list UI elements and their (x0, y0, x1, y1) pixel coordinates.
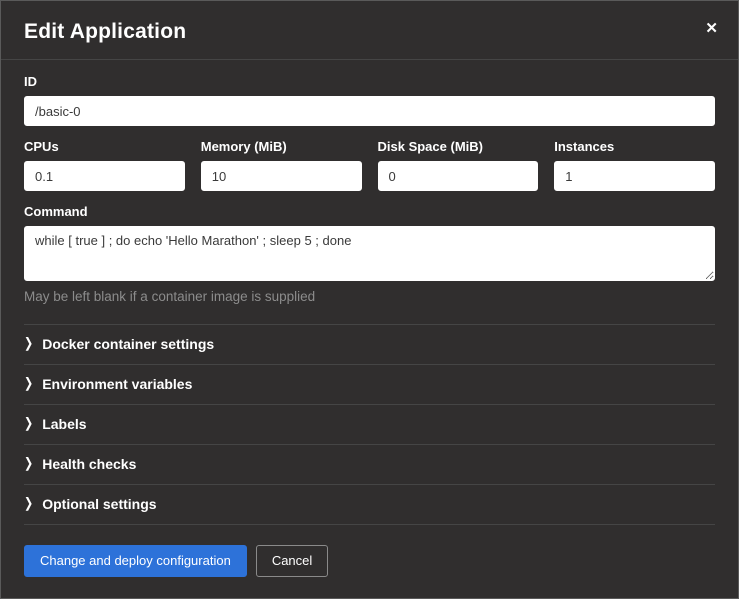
cpus-field-group: CPUs (24, 139, 185, 191)
id-field-group: ID (24, 74, 715, 126)
disk-field-group: Disk Space (MiB) (378, 139, 539, 191)
command-textarea[interactable]: while [ true ] ; do echo 'Hello Marathon… (24, 226, 715, 281)
chevron-right-icon: ❯ (24, 337, 33, 351)
section-labels[interactable]: ❯ Labels (24, 404, 715, 444)
chevron-right-icon: ❯ (24, 497, 33, 511)
section-environment-variables[interactable]: ❯ Environment variables (24, 364, 715, 404)
change-and-deploy-button[interactable]: Change and deploy configuration (24, 545, 247, 577)
memory-label: Memory (MiB) (201, 139, 362, 154)
instances-field-group: Instances (554, 139, 715, 191)
modal-footer: Change and deploy configuration Cancel (1, 530, 738, 598)
chevron-right-icon: ❯ (24, 417, 33, 431)
memory-field-group: Memory (MiB) (201, 139, 362, 191)
cpus-input[interactable] (24, 161, 185, 191)
section-label: Environment variables (42, 376, 192, 392)
modal-title: Edit Application (24, 20, 715, 44)
section-label: Optional settings (42, 496, 156, 512)
command-field-group: Command while [ true ] ; do echo 'Hello … (24, 204, 715, 304)
cancel-button[interactable]: Cancel (256, 545, 328, 577)
command-help-text: May be left blank if a container image i… (24, 289, 715, 304)
instances-label: Instances (554, 139, 715, 154)
memory-input[interactable] (201, 161, 362, 191)
section-docker-container-settings[interactable]: ❯ Docker container settings (24, 324, 715, 364)
section-label: Docker container settings (42, 336, 214, 352)
command-label: Command (24, 204, 715, 219)
section-health-checks[interactable]: ❯ Health checks (24, 444, 715, 484)
cpus-label: CPUs (24, 139, 185, 154)
section-optional-settings[interactable]: ❯ Optional settings (24, 484, 715, 524)
disk-input[interactable] (378, 161, 539, 191)
id-input[interactable] (24, 96, 715, 126)
id-label: ID (24, 74, 715, 89)
section-label: Health checks (42, 456, 136, 472)
accordion-sections: ❯ Docker container settings ❯ Environmen… (24, 324, 715, 525)
disk-label: Disk Space (MiB) (378, 139, 539, 154)
chevron-right-icon: ❯ (24, 457, 33, 471)
modal-body: ID CPUs Memory (MiB) Disk Space (MiB) In… (1, 60, 738, 530)
resources-row: CPUs Memory (MiB) Disk Space (MiB) Insta… (24, 139, 715, 191)
edit-application-modal: Edit Application ✕ ID CPUs Memory (MiB) … (0, 0, 739, 599)
modal-header: Edit Application ✕ (1, 1, 738, 60)
chevron-right-icon: ❯ (24, 377, 33, 391)
close-icon[interactable]: ✕ (701, 17, 722, 40)
instances-input[interactable] (554, 161, 715, 191)
section-label: Labels (42, 416, 86, 432)
